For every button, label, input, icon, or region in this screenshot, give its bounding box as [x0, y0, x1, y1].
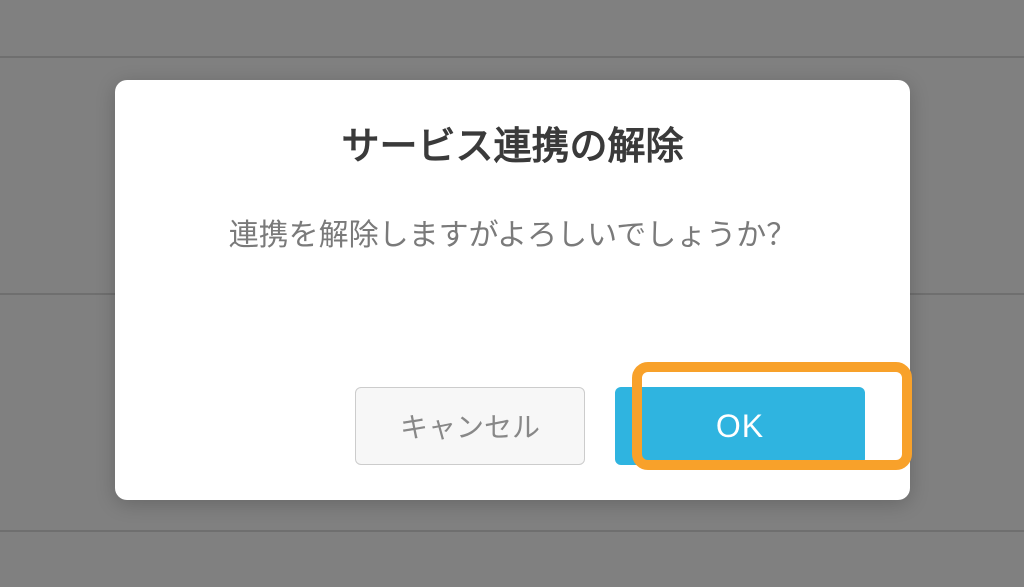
confirmation-dialog: サービス連携の解除 連携を解除しますがよろしいでしょうか？ キャンセル OK [115, 80, 910, 500]
dialog-button-row: キャンセル OK [160, 387, 865, 465]
ok-button[interactable]: OK [615, 387, 865, 465]
background-divider [0, 56, 1024, 58]
background-divider [0, 530, 1024, 532]
dialog-title: サービス連携の解除 [160, 115, 865, 170]
dialog-message: 連携を解除しますがよろしいでしょうか？ [160, 210, 865, 254]
cancel-button[interactable]: キャンセル [355, 387, 585, 465]
